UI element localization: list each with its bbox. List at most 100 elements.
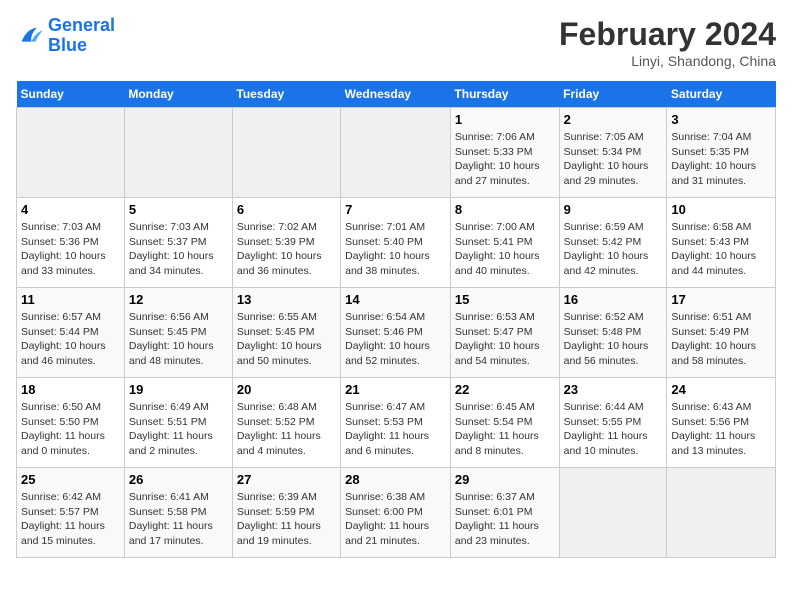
sunset-label: Sunset: 5:36 PM xyxy=(21,236,99,248)
calendar-cell: 3 Sunrise: 7:04 AMSunset: 5:35 PMDaylight… xyxy=(667,108,776,198)
daylight-label: Daylight: 11 hours and 6 minutes. xyxy=(345,430,429,457)
day-info: Sunrise: 6:41 AMSunset: 5:58 PMDaylight:… xyxy=(129,490,228,549)
sunset-label: Sunset: 5:48 PM xyxy=(564,326,642,338)
calendar-cell: 13 Sunrise: 6:55 AM Sunset: 5:45 PM Dayligh… xyxy=(232,288,340,378)
daylight-label: Daylight: 10 hours and 54 minutes. xyxy=(455,340,540,367)
weekday-header-sunday: Sunday xyxy=(17,81,125,108)
day-info: Sunrise: 6:52 AMSunset: 5:48 PMDaylight:… xyxy=(564,310,663,369)
day-number: 17 xyxy=(671,292,771,307)
sunset-label: Sunset: 5:37 PM xyxy=(129,236,207,248)
calendar-cell: 15Sunrise: 6:53 AMSunset: 5:47 PMDayligh… xyxy=(450,288,559,378)
sunset-label: Sunset: 5:52 PM xyxy=(237,416,315,428)
calendar-cell xyxy=(124,108,232,198)
calendar-cell: 27Sunrise: 6:39 AMSunset: 5:59 PMDayligh… xyxy=(232,468,340,558)
daylight-label: Daylight: 10 hours and 33 minutes. xyxy=(21,250,106,277)
day-number: 13 xyxy=(237,292,336,307)
daylight-label: Daylight: 11 hours and 0 minutes. xyxy=(21,430,105,457)
sunrise-label: Sunrise: 6:45 AM xyxy=(455,401,535,413)
sunset-label: Sunset: 5:44 PM xyxy=(21,326,99,338)
day-info: Sunrise: 6:48 AMSunset: 5:52 PMDaylight:… xyxy=(237,400,336,459)
sunset-label: Sunset: 5:49 PM xyxy=(671,326,749,338)
sunset-label: Sunset: 5:45 PM xyxy=(237,326,315,338)
sunrise-label: Sunrise: 6:41 AM xyxy=(129,491,209,503)
sunrise-label: Sunrise: 6:56 AM xyxy=(129,311,209,323)
day-info: Sunrise: 6:42 AM Sunset: 5:57 PM Daylight:… xyxy=(21,490,120,549)
calendar-cell: 2Sunrise: 7:05 AMSunset: 5:34 PMDaylight… xyxy=(559,108,667,198)
day-number: 5 xyxy=(129,202,228,217)
sunset-label: Sunset: 6:00 PM xyxy=(345,506,423,518)
day-number: 8 xyxy=(455,202,555,217)
day-info: Sunrise: 7:03 AMSunset: 5:37 PMDaylight:… xyxy=(129,220,228,279)
daylight-label: Daylight: 10 hours and 46 minutes. xyxy=(21,340,106,367)
daylight-label: Daylight: 11 hours and 2 minutes. xyxy=(129,430,213,457)
day-info: Sunrise: 6:53 AMSunset: 5:47 PMDaylight:… xyxy=(455,310,555,369)
daylight-label: Daylight: 10 hours and 56 minutes. xyxy=(564,340,649,367)
logo-text: General Blue xyxy=(48,16,115,56)
sunrise-label: Sunrise: 6:39 AM xyxy=(237,491,317,503)
sunset-label: Sunset: 5:50 PM xyxy=(21,416,99,428)
daylight-label: Daylight: 11 hours and 13 minutes. xyxy=(671,430,755,457)
daylight-label: Daylight: 10 hours and 48 minutes. xyxy=(129,340,214,367)
calendar-cell: 19Sunrise: 6:49 AMSunset: 5:51 PMDayligh… xyxy=(124,378,232,468)
day-info: Sunrise: 7:06 AMSunset: 5:33 PMDaylight:… xyxy=(455,130,555,189)
sunrise-label: Sunrise: 6:47 AM xyxy=(345,401,425,413)
sunset-label: Sunset: 5:40 PM xyxy=(345,236,423,248)
sunset-label: Sunset: 5:34 PM xyxy=(564,146,642,158)
sunrise-label: Sunrise: 6:44 AM xyxy=(564,401,644,413)
daylight-label: Daylight: 11 hours and 15 minutes. xyxy=(21,520,105,547)
sunset-label: Sunset: 5:42 PM xyxy=(564,236,642,248)
day-number: 19 xyxy=(129,382,228,397)
logo-icon xyxy=(16,22,44,50)
daylight-label: Daylight: 11 hours and 21 minutes. xyxy=(345,520,429,547)
sunset-label: Sunset: 6:01 PM xyxy=(455,506,533,518)
sunset-label: Sunset: 5:59 PM xyxy=(237,506,315,518)
weekday-header-monday: Monday xyxy=(124,81,232,108)
page-header: General Blue February 2024 Linyi, Shando… xyxy=(16,16,776,69)
calendar-table: SundayMondayTuesdayWednesdayThursdayFrid… xyxy=(16,81,776,558)
calendar-cell: 17Sunrise: 6:51 AMSunset: 5:49 PMDayligh… xyxy=(667,288,776,378)
day-info: Sunrise: 7:04 AMSunset: 5:35 PMDaylight:… xyxy=(671,130,771,189)
sunset-label: Sunset: 5:56 PM xyxy=(671,416,749,428)
sunrise-label: Sunrise: 6:54 AM xyxy=(345,311,425,323)
sunrise-label: Sunrise: 6:53 AM xyxy=(455,311,535,323)
calendar-cell: 21Sunrise: 6:47 AMSunset: 5:53 PMDayligh… xyxy=(341,378,451,468)
day-number: 9 xyxy=(564,202,663,217)
day-number: 16 xyxy=(564,292,663,307)
sunset-label: Sunset: 5:39 PM xyxy=(237,236,315,248)
sunrise-label: Sunrise: 6:51 AM xyxy=(671,311,751,323)
sunset-label: Sunset: 5:57 PM xyxy=(21,506,99,518)
sunset-label: Sunset: 5:45 PM xyxy=(129,326,207,338)
daylight-label: Daylight: 10 hours and 50 minutes. xyxy=(237,340,322,367)
calendar-cell: 10Sunrise: 6:58 AMSunset: 5:43 PMDayligh… xyxy=(667,198,776,288)
weekday-header-wednesday: Wednesday xyxy=(341,81,451,108)
sunset-label: Sunset: 5:55 PM xyxy=(564,416,642,428)
calendar-cell xyxy=(341,108,451,198)
sunrise-label: Sunrise: 6:57 AM xyxy=(21,311,101,323)
daylight-label: Daylight: 10 hours and 38 minutes. xyxy=(345,250,430,277)
day-number: 3 xyxy=(671,112,771,127)
calendar-cell: 7Sunrise: 7:01 AMSunset: 5:40 PMDaylight… xyxy=(341,198,451,288)
calendar-cell: 29Sunrise: 6:37 AMSunset: 6:01 PMDayligh… xyxy=(450,468,559,558)
day-number: 20 xyxy=(237,382,336,397)
daylight-label: Daylight: 10 hours and 40 minutes. xyxy=(455,250,540,277)
calendar-cell: 8Sunrise: 7:00 AMSunset: 5:41 PMDaylight… xyxy=(450,198,559,288)
calendar-cell: 18Sunrise: 6:50 AMSunset: 5:50 PMDayligh… xyxy=(17,378,125,468)
sunset-label: Sunset: 5:41 PM xyxy=(455,236,533,248)
weekday-header-tuesday: Tuesday xyxy=(232,81,340,108)
calendar-cell: 24Sunrise: 6:43 AMSunset: 5:56 PMDayligh… xyxy=(667,378,776,468)
calendar-week-2: 4Sunrise: 7:03 AMSunset: 5:36 PMDaylight… xyxy=(17,198,776,288)
sunrise-label: Sunrise: 6:37 AM xyxy=(455,491,535,503)
day-number: 24 xyxy=(671,382,771,397)
title-block: February 2024 Linyi, Shandong, China xyxy=(559,16,776,69)
sunrise-label: Sunrise: 6:50 AM xyxy=(21,401,101,413)
calendar-cell: 12Sunrise: 6:56 AMSunset: 5:45 PMDayligh… xyxy=(124,288,232,378)
sunrise-label: Sunrise: 6:55 AM xyxy=(237,311,317,323)
sunrise-label: Sunrise: 6:42 AM xyxy=(21,491,101,503)
sunrise-label: Sunrise: 7:02 AM xyxy=(237,221,317,233)
daylight-label: Daylight: 10 hours and 34 minutes. xyxy=(129,250,214,277)
day-info: Sunrise: 7:02 AMSunset: 5:39 PMDaylight:… xyxy=(237,220,336,279)
day-info: Sunrise: 6:50 AM Sunset: 5:50 PM Daylight:… xyxy=(21,400,120,459)
daylight-label: Daylight: 10 hours and 42 minutes. xyxy=(564,250,649,277)
daylight-label: Daylight: 10 hours and 31 minutes. xyxy=(671,160,756,187)
weekday-header-saturday: Saturday xyxy=(667,81,776,108)
